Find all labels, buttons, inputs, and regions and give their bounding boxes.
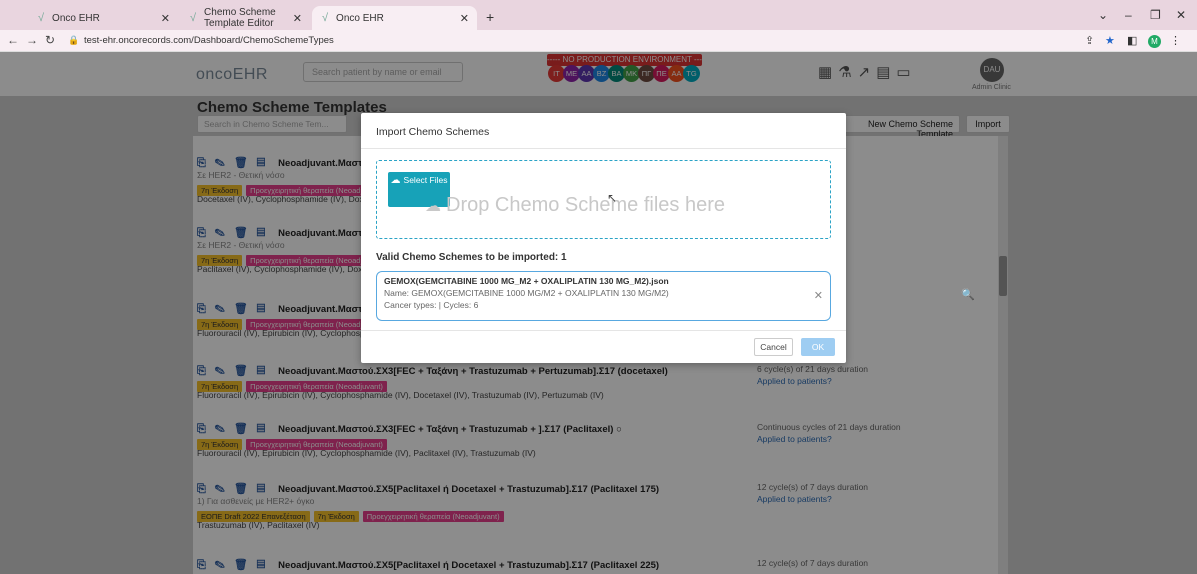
back-icon[interactable]: ← bbox=[7, 33, 19, 47]
minimize-icon[interactable]: – bbox=[1125, 8, 1132, 22]
modal-title: Import Chemo Schemes bbox=[376, 126, 490, 138]
import-modal: Import Chemo Schemes ☁ Select Files ☁ Drop… bbox=[361, 113, 846, 363]
file-scheme-name: Name: GEMOX(GEMCITABINE 1000 MG/M2 + OXA… bbox=[384, 288, 669, 298]
onco-favicon-icon: √ bbox=[322, 12, 329, 24]
drop-hint-text: Drop Chemo Scheme files here bbox=[446, 194, 726, 216]
cloud-upload-icon: ☁ bbox=[425, 198, 441, 215]
mouse-cursor-icon: ↖ bbox=[607, 191, 618, 205]
onco-favicon-icon: √ bbox=[190, 12, 197, 24]
valid-count-label: Valid Chemo Schemes to be imported: 1 bbox=[376, 252, 567, 263]
divider bbox=[361, 330, 846, 331]
new-tab-icon[interactable]: + bbox=[486, 9, 494, 25]
file-meta: Cancer types: | Cycles: 6 bbox=[384, 300, 479, 310]
forward-icon[interactable]: → bbox=[26, 33, 38, 47]
onco-favicon-icon: √ bbox=[38, 12, 45, 24]
browser-tab-bar: √ Onco EHR ✕ √ Chemo Scheme Template Edi… bbox=[0, 0, 1197, 30]
drop-hint: ☁ Drop Chemo Scheme files here bbox=[425, 194, 725, 217]
remove-file-icon[interactable]: ✕ bbox=[814, 289, 823, 302]
tab-label: Onco EHR bbox=[336, 12, 384, 24]
star-icon[interactable]: ★ bbox=[1105, 34, 1115, 47]
browser-tab-1[interactable]: √ Onco EHR ✕ bbox=[28, 6, 178, 30]
chevron-down-icon[interactable]: ⌄ bbox=[1098, 8, 1108, 22]
close-icon[interactable]: ✕ bbox=[460, 12, 469, 25]
url-field[interactable]: test-ehr.oncorecords.com/Dashboard/Chemo… bbox=[84, 33, 1144, 49]
restore-icon[interactable]: ❐ bbox=[1150, 8, 1161, 22]
divider bbox=[361, 148, 846, 149]
file-name: GEMOX(GEMCITABINE 1000 MG_M2 + OXALIPLAT… bbox=[384, 276, 669, 286]
lock-icon: 🔒 bbox=[68, 35, 80, 45]
cloud-upload-icon: ☁ bbox=[390, 175, 401, 186]
file-card: GEMOX(GEMCITABINE 1000 MG_M2 + OXALIPLAT… bbox=[376, 271, 831, 321]
close-icon[interactable]: ✕ bbox=[161, 12, 170, 25]
share-icon[interactable]: ⇪ bbox=[1085, 34, 1094, 47]
close-window-icon[interactable]: ✕ bbox=[1176, 8, 1186, 22]
browser-tab-2[interactable]: √ Chemo Scheme Template Editor ✕ bbox=[180, 6, 310, 30]
tab-label: Onco EHR bbox=[52, 12, 100, 24]
reload-icon[interactable]: ↻ bbox=[45, 33, 55, 47]
sidepanel-icon[interactable]: ◧ bbox=[1127, 34, 1137, 47]
zoom-cursor-icon: 🔍 bbox=[961, 289, 975, 301]
browser-tab-3-active[interactable]: √ Onco EHR ✕ bbox=[312, 6, 477, 30]
tab-label: Chemo Scheme Template Editor bbox=[204, 7, 276, 29]
close-icon[interactable]: ✕ bbox=[293, 12, 302, 25]
menu-icon[interactable]: ⋮ bbox=[1170, 34, 1181, 47]
file-dropzone[interactable]: ☁ Select Files ☁ Drop Chemo Scheme files h… bbox=[376, 160, 831, 239]
profile-avatar[interactable]: M bbox=[1148, 35, 1161, 48]
ok-button[interactable]: OK bbox=[801, 338, 835, 356]
cancel-button[interactable]: Cancel bbox=[754, 338, 793, 356]
select-files-label: Select Files bbox=[403, 175, 448, 185]
address-bar: ← → ↻ 🔒 test-ehr.oncorecords.com/Dashboa… bbox=[0, 30, 1197, 52]
